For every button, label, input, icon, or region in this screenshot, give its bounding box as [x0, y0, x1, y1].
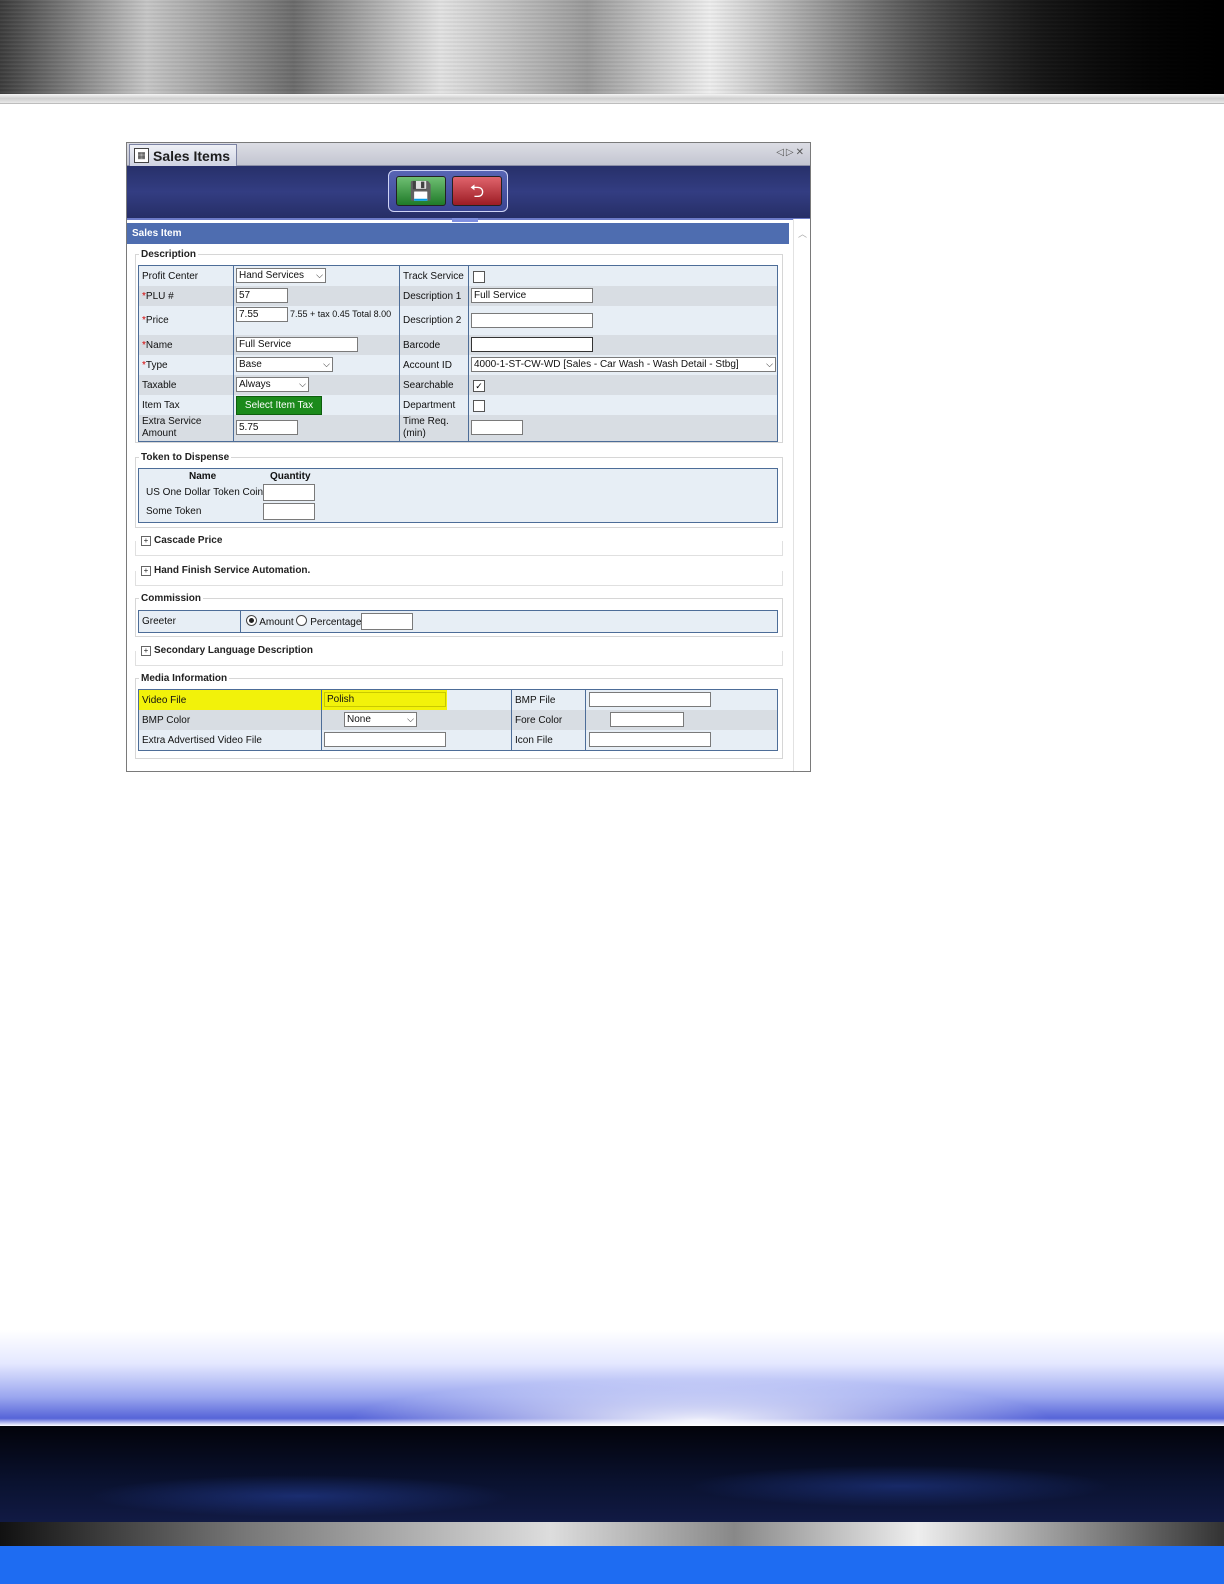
commission-type-radios: Amount Percentage — [246, 615, 366, 628]
greeter-label: Greeter — [142, 616, 176, 627]
department-label: Department — [403, 399, 456, 411]
tab-controls: ◁▷✕ — [776, 147, 806, 158]
media-legend: Media Information — [141, 673, 228, 684]
type-label: * Type — [142, 359, 168, 371]
vertical-scrollbar[interactable]: ︿ — [793, 219, 810, 771]
toolbar-button-group: 💾 ⮌ — [388, 170, 508, 212]
barcode-input[interactable] — [471, 337, 593, 352]
price-input[interactable]: 7.55 — [236, 307, 288, 322]
taxable-select[interactable]: Always ⌵ — [236, 377, 309, 392]
bmp-file-input[interactable] — [589, 692, 711, 707]
sales-items-window: ▦ Sales Items ◁▷✕ 💾 ⮌ Sales Item Descrip… — [126, 142, 811, 772]
extra-video-input[interactable] — [324, 732, 446, 747]
token-grid: Name Quantity US One Dollar Token Coin S… — [138, 468, 778, 523]
plu-input[interactable]: 57 — [236, 288, 288, 303]
window-tabbar: ▦ Sales Items ◁▷✕ — [127, 143, 810, 166]
page-header-banner — [0, 0, 1224, 94]
taxable-label: Taxable — [142, 379, 177, 391]
barcode-label: Barcode — [403, 339, 441, 351]
icon-file-label: Icon File — [515, 734, 553, 746]
scroll-up-icon[interactable]: ︿ — [798, 227, 807, 240]
time-req-label: Time Req. (min) — [403, 416, 449, 439]
amount-radio[interactable] — [246, 615, 257, 626]
grid-icon: ▦ — [134, 148, 149, 163]
commission-legend: Commission — [141, 593, 202, 604]
token-col-name: Name — [189, 471, 217, 482]
form-content: Sales Item Description Profit Center Han… — [127, 219, 789, 771]
description-2-label: Description 2 — [403, 315, 462, 326]
page-footer-banner — [0, 1330, 1224, 1584]
time-req-input[interactable] — [471, 420, 523, 435]
account-id-label: Account ID — [403, 359, 452, 371]
token-row-name: US One Dollar Token Coin — [146, 487, 264, 498]
fore-color-input[interactable] — [610, 712, 684, 727]
description-1-label: Description 1 — [403, 290, 462, 302]
save-button[interactable]: 💾 — [396, 176, 446, 206]
price-label: * Price — [142, 315, 169, 326]
name-label: * Name — [142, 339, 173, 351]
description-1-input[interactable]: Full Service — [471, 288, 593, 303]
floppy-disk-icon: 💾 — [409, 181, 433, 201]
plu-label: * PLU # — [142, 290, 174, 302]
tab-sales-items[interactable]: ▦ Sales Items — [129, 144, 238, 166]
undo-button[interactable]: ⮌ — [452, 176, 502, 206]
token-legend: Token to Dispense — [141, 452, 230, 463]
commission-grid: Greeter Amount Percentage — [138, 610, 778, 633]
commission-value-input[interactable] — [361, 613, 413, 630]
percentage-radio[interactable] — [296, 615, 308, 626]
item-tax-label: Item Tax — [142, 399, 180, 411]
department-checkbox[interactable] — [473, 400, 485, 412]
chevron-down-icon: ⌵ — [766, 358, 773, 371]
searchable-label: Searchable — [403, 379, 454, 391]
profit-center-select[interactable]: Hand Services ⌵ — [236, 268, 326, 283]
select-item-tax-button[interactable]: Select Item Tax — [236, 396, 322, 415]
video-file-label: Video File — [142, 694, 187, 706]
account-id-select[interactable]: 4000-1-ST-CW-WD [Sales - Car Wash - Wash… — [471, 357, 776, 372]
toolbar: 💾 ⮌ — [127, 166, 810, 222]
price-summary: 7.55 + tax 0.45 Total 8.00 — [290, 309, 392, 319]
scroll-left-icon[interactable]: ◁ — [776, 147, 786, 158]
chevron-down-icon: ⌵ — [407, 714, 414, 724]
close-icon[interactable]: ✕ — [796, 147, 806, 158]
video-file-input[interactable]: Polish — [324, 692, 446, 707]
icon-file-input[interactable] — [589, 732, 711, 747]
description-legend: Description — [141, 249, 197, 260]
token-quantity-input[interactable] — [263, 484, 315, 501]
name-input[interactable]: Full Service — [236, 337, 358, 352]
track-service-label: Track Service — [403, 270, 464, 282]
chevron-down-icon: ⌵ — [323, 359, 330, 369]
type-select[interactable]: Base ⌵ — [236, 357, 333, 372]
tab-label: Sales Items — [153, 147, 231, 164]
bmp-color-select[interactable]: None ⌵ — [344, 712, 417, 727]
bmp-file-label: BMP File — [515, 694, 556, 706]
token-quantity-input[interactable] — [263, 503, 315, 520]
profit-center-label: Profit Center — [142, 270, 199, 282]
token-row-name: Some Token — [146, 506, 202, 517]
extra-video-label: Extra Advertised Video File — [142, 734, 262, 746]
hand-finish-expander[interactable]: + Hand Finish Service Automation. — [141, 565, 310, 576]
media-grid: Video File Polish BMP Color None ⌵ Extra … — [138, 689, 778, 751]
chevron-down-icon: ⌵ — [299, 379, 306, 389]
extra-service-label: Extra Service Amount — [142, 416, 202, 439]
undo-arrow-icon: ⮌ — [469, 181, 485, 201]
secondary-language-expander[interactable]: + Secondary Language Description — [141, 645, 313, 656]
page-header-rule — [0, 94, 1224, 104]
expand-icon: + — [141, 536, 151, 546]
section-header: Sales Item — [127, 223, 789, 244]
track-service-checkbox[interactable] — [473, 271, 485, 283]
fore-color-label: Fore Color — [515, 714, 563, 726]
extra-service-input[interactable]: 5.75 — [236, 420, 298, 435]
searchable-checkbox[interactable]: ✓ — [473, 380, 485, 392]
cascade-price-expander[interactable]: + Cascade Price — [141, 535, 222, 546]
chevron-down-icon: ⌵ — [316, 270, 323, 280]
scroll-right-icon[interactable]: ▷ — [786, 147, 796, 158]
description-2-input[interactable] — [471, 313, 593, 328]
token-col-quantity: Quantity — [270, 471, 311, 482]
bmp-color-label: BMP Color — [142, 714, 191, 726]
expand-icon: + — [141, 646, 151, 656]
expand-icon: + — [141, 566, 151, 576]
description-grid: Profit Center Hand Services ⌵ * PLU # 57 *… — [138, 265, 778, 442]
